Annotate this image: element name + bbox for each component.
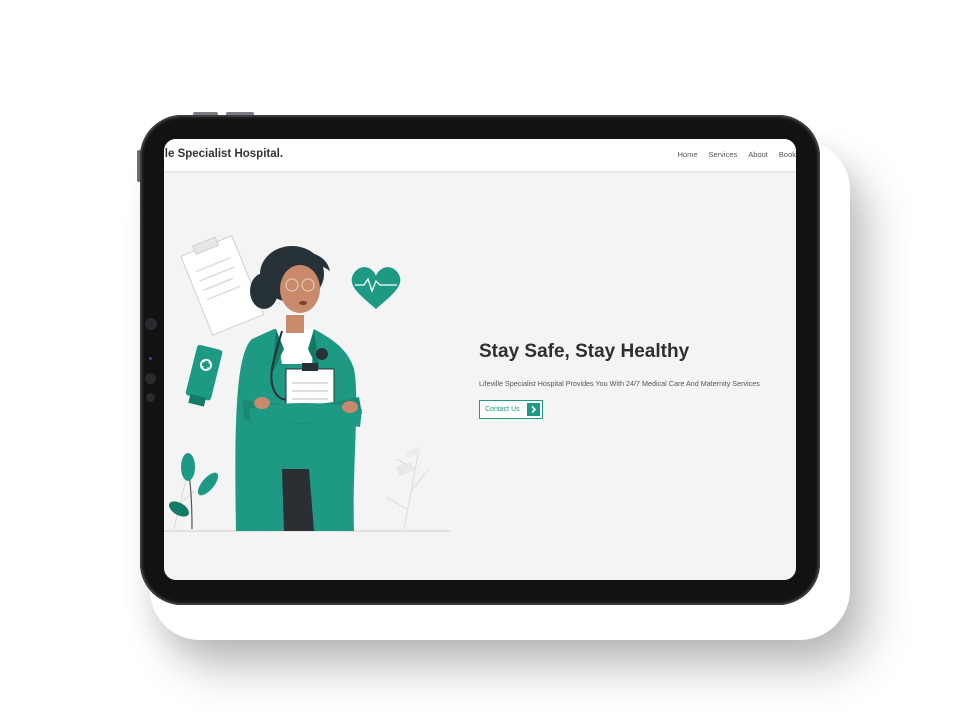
contact-us-button[interactable]: Contact Us xyxy=(479,400,543,419)
nav-item-home[interactable]: Home xyxy=(678,150,698,159)
chevron-right-icon xyxy=(527,403,540,416)
nav-item-book[interactable]: Book xyxy=(779,150,796,159)
heart-icon xyxy=(351,267,401,309)
camera-dot xyxy=(145,373,156,384)
contact-us-label: Contact Us xyxy=(485,405,520,413)
hero-subtitle: Lifeville Specialist Hospital Provides Y… xyxy=(479,379,760,388)
camera-dot xyxy=(145,318,157,330)
nav-links: Home Services About Book xyxy=(678,150,797,159)
camera-lens xyxy=(149,357,152,360)
nav-item-services[interactable]: Services xyxy=(709,150,738,159)
plant-icon xyxy=(169,453,219,530)
medicine-tube-icon xyxy=(185,344,223,407)
pill-icon xyxy=(405,446,421,459)
camera-dot xyxy=(146,393,155,402)
tablet-screen: ville Specialist Hospital. Home Services… xyxy=(164,139,796,580)
pill-icon xyxy=(395,461,415,477)
clipboard-sheet-icon xyxy=(180,235,265,336)
hero-title: Stay Safe, Stay Healthy xyxy=(479,341,690,362)
brand-logo-text[interactable]: ville Specialist Hospital. xyxy=(164,148,283,160)
navbar: ville Specialist Hospital. Home Services… xyxy=(164,139,796,171)
nav-item-about[interactable]: About xyxy=(748,150,768,159)
doctor-illustration xyxy=(164,235,450,532)
doctor-figure xyxy=(235,246,362,531)
